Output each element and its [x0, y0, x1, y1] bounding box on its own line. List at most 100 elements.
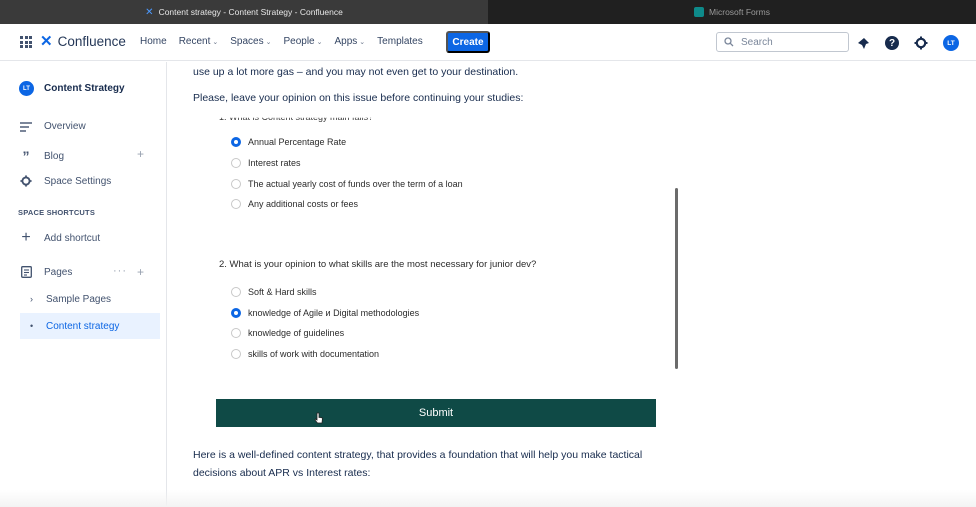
space-header[interactable]: LT Content Strategy: [19, 81, 125, 96]
nav-label: Spaces: [230, 36, 264, 47]
nav-label: Home: [140, 36, 167, 47]
sidebar-item-label: Pages: [44, 266, 73, 278]
radio-button-selected[interactable]: [231, 308, 241, 318]
search-box[interactable]: [716, 32, 849, 52]
radio-button[interactable]: [231, 328, 241, 338]
form-scrollbar[interactable]: [675, 188, 678, 369]
option-label: Interest rates: [248, 158, 301, 168]
sidebar-item-pages[interactable]: Pages: [20, 266, 72, 278]
option-label: The actual yearly cost of funds over the…: [248, 179, 463, 189]
option-label: knowledge of Agile и Digital methodologi…: [248, 308, 420, 318]
top-navigation: ✕ Confluence Home Recent ⌄ Spaces ⌄ People…: [0, 24, 976, 61]
sidebar-item-label: Blog: [44, 150, 65, 162]
option-label: knowledge of guidelines: [248, 328, 345, 338]
space-name: Content Strategy: [44, 83, 125, 94]
search-input[interactable]: [741, 36, 836, 48]
page-tree-item-sample-pages[interactable]: › Sample Pages: [20, 286, 160, 312]
nav-label: Recent: [178, 36, 211, 47]
user-avatar[interactable]: LT: [943, 35, 959, 51]
page-tree-item-content-strategy[interactable]: • Content strategy: [20, 313, 160, 339]
q1-option[interactable]: Any additional costs or fees: [231, 199, 358, 209]
app-switcher-icon[interactable]: [20, 36, 32, 48]
chevron-down-icon: ⌄: [212, 38, 219, 46]
forms-tab-icon: [694, 7, 705, 17]
space-shortcuts-heading: SPACE SHORTCUTS: [18, 208, 96, 217]
quote-icon: ”: [22, 148, 30, 164]
browser-tab-label: Content strategy - Content Strategy - Co…: [158, 7, 343, 17]
nav-templates[interactable]: Templates: [377, 36, 423, 47]
question-1-title: 1. What is Content strategy main fails?: [219, 112, 374, 122]
option-label: skills of work with documentation: [248, 349, 380, 359]
question-2-title: 2. What is your opinion to what skills a…: [219, 259, 537, 270]
chevron-down-icon: ⌄: [316, 38, 323, 46]
confluence-logo-icon: ✕: [40, 33, 53, 50]
browser-tab-strip: ✕ Content strategy - Content Strategy - …: [0, 0, 976, 24]
q2-option[interactable]: Soft & Hard skills: [231, 287, 317, 297]
help-icon[interactable]: ?: [885, 36, 899, 50]
q2-option[interactable]: knowledge of guidelines: [231, 328, 344, 338]
gear-icon: [20, 175, 32, 187]
q2-option[interactable]: knowledge of Agile и Digital methodologi…: [231, 308, 419, 318]
nav-label: Templates: [377, 36, 423, 47]
page-tree-label: Content strategy: [46, 320, 120, 332]
notifications-icon[interactable]: [856, 36, 870, 50]
sidebar-item-blog[interactable]: ” Blog: [20, 148, 65, 164]
body-text-prompt: Please, leave your opinion on this issue…: [193, 92, 524, 104]
sidebar-item-label: Space Settings: [44, 175, 112, 187]
bullet-icon: •: [30, 321, 34, 331]
page-tree-label: Sample Pages: [46, 293, 112, 305]
browser-tab-label: Microsoft Forms: [709, 7, 770, 17]
radio-button[interactable]: [231, 287, 241, 297]
add-shortcut-button[interactable]: + Add shortcut: [20, 229, 100, 247]
top-right-actions: ? LT: [856, 35, 959, 51]
nav-apps[interactable]: Apps ⌄: [335, 36, 366, 47]
search-icon: [724, 37, 734, 47]
page-content: use up a lot more gas – and you may not …: [168, 62, 976, 507]
chevron-down-icon: ⌄: [265, 38, 272, 46]
option-label: Soft & Hard skills: [248, 287, 317, 297]
radio-button-selected[interactable]: [231, 137, 241, 147]
nav-home[interactable]: Home: [140, 36, 167, 47]
q1-option[interactable]: The actual yearly cost of funds over the…: [231, 179, 463, 189]
radio-button[interactable]: [231, 199, 241, 209]
space-sidebar: LT Content Strategy Overview ” Blog + Sp…: [0, 62, 167, 507]
sidebar-item-label: Overview: [44, 121, 86, 132]
browser-tab-confluence[interactable]: ✕ Content strategy - Content Strategy - …: [0, 0, 488, 24]
add-page-icon[interactable]: +: [137, 265, 144, 279]
overview-icon: [20, 121, 32, 132]
more-options-icon[interactable]: ···: [113, 265, 127, 277]
sidebar-item-overview[interactable]: Overview: [20, 121, 86, 132]
body-text-intro: use up a lot more gas – and you may not …: [193, 66, 519, 78]
option-label: Any additional costs or fees: [248, 199, 359, 209]
nav-spaces[interactable]: Spaces ⌄: [230, 36, 271, 47]
sidebar-item-space-settings[interactable]: Space Settings: [20, 175, 111, 187]
add-shortcut-label: Add shortcut: [44, 232, 101, 244]
nav-recent[interactable]: Recent ⌄: [179, 36, 219, 47]
gear-icon[interactable]: [914, 36, 928, 50]
add-blog-icon[interactable]: +: [137, 147, 144, 161]
nav-label: People: [283, 36, 315, 47]
q1-option[interactable]: Annual Percentage Rate: [231, 137, 346, 147]
primary-nav: Home Recent ⌄ Spaces ⌄ People ⌄ Apps ⌄ Templ…: [140, 36, 423, 47]
radio-button[interactable]: [231, 179, 241, 189]
nav-label: Apps: [334, 36, 358, 47]
option-label: Annual Percentage Rate: [248, 137, 347, 147]
mouse-pointer-icon: [314, 412, 323, 424]
radio-button[interactable]: [231, 349, 241, 359]
plus-icon: +: [21, 229, 31, 246]
browser-tab-forms[interactable]: Microsoft Forms: [488, 0, 976, 24]
product-name: Confluence: [57, 34, 126, 49]
chevron-down-icon: ⌄: [359, 38, 366, 46]
radio-button[interactable]: [231, 158, 241, 168]
q2-option[interactable]: skills of work with documentation: [231, 349, 379, 359]
confluence-tab-icon: ✕: [145, 6, 154, 18]
body-text-outro-2: decisions about APR vs Interest rates:: [193, 467, 371, 479]
nav-people[interactable]: People ⌄: [283, 36, 322, 47]
create-button[interactable]: Create: [446, 31, 490, 53]
submit-button[interactable]: Submit: [216, 399, 656, 427]
chevron-right-icon[interactable]: ›: [30, 294, 36, 304]
confluence-logo[interactable]: ✕ Confluence: [40, 34, 126, 49]
q1-option[interactable]: Interest rates: [231, 158, 301, 168]
pages-icon: [20, 266, 32, 278]
bottom-edge: [0, 490, 976, 507]
